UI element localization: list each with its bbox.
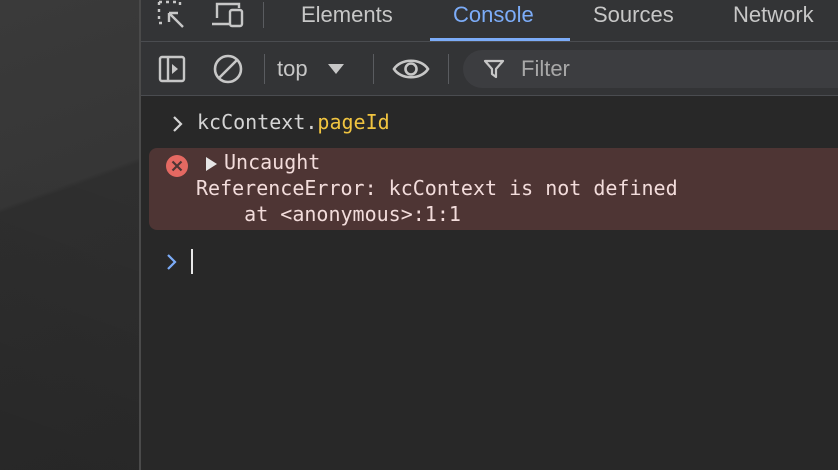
console-error-message[interactable]: Uncaught ReferenceError: kcContext is no… (149, 148, 838, 230)
console-filter[interactable] (463, 50, 838, 88)
inspect-element-icon[interactable] (155, 0, 189, 30)
live-expression-eye-icon[interactable] (389, 52, 433, 86)
page-viewport-shade (0, 180, 139, 470)
chevron-right-icon (165, 252, 179, 276)
error-summary: Uncaught (224, 150, 321, 174)
text-cursor (191, 249, 193, 274)
toolbar-separator (264, 54, 265, 84)
clear-console-icon[interactable] (211, 52, 245, 86)
tab-sources[interactable]: Sources (593, 0, 674, 41)
devtools-panel: Elements Console Sources Network top Fil… (141, 0, 838, 470)
error-stack-frame[interactable]: at <anonymous>:1:1 (196, 202, 461, 226)
chevron-right-icon (171, 114, 185, 138)
expand-triangle-icon[interactable] (206, 157, 217, 171)
command-property: pageId (317, 110, 390, 134)
toolbar-separator (448, 54, 449, 84)
console-toolbar: top (141, 42, 838, 96)
active-tab-indicator (430, 38, 570, 41)
sidebar-toggle-icon[interactable] (155, 52, 189, 86)
command-dot: . (305, 110, 318, 134)
console-prompt[interactable] (141, 246, 838, 276)
tab-network[interactable]: Network (733, 0, 814, 41)
execution-context-label: top (277, 56, 308, 81)
filter-funnel-icon (483, 58, 505, 80)
error-message: ReferenceError: kcContext is not defined (196, 176, 678, 200)
command-object: kcContext (197, 110, 306, 134)
page-viewport (0, 0, 139, 470)
error-circle-icon (165, 154, 189, 178)
toolbar-separator (373, 54, 374, 84)
tab-elements[interactable]: Elements (301, 0, 393, 41)
screen: Elements Console Sources Network top Fil… (0, 0, 838, 470)
tabbar-separator (263, 2, 264, 28)
console-command: kcContext.pageId (197, 110, 390, 134)
filter-input[interactable] (519, 55, 838, 83)
tab-console[interactable]: Console (453, 0, 534, 41)
devtools-tabbar: Elements Console Sources Network (141, 0, 838, 42)
chevron-down-icon (327, 64, 344, 74)
device-toolbar-icon[interactable] (209, 0, 245, 30)
execution-context-select[interactable]: top (277, 52, 344, 86)
console-input-entry: kcContext.pageId (141, 108, 838, 138)
console-output[interactable]: kcContext.pageId Uncaught ReferenceError… (141, 96, 838, 470)
